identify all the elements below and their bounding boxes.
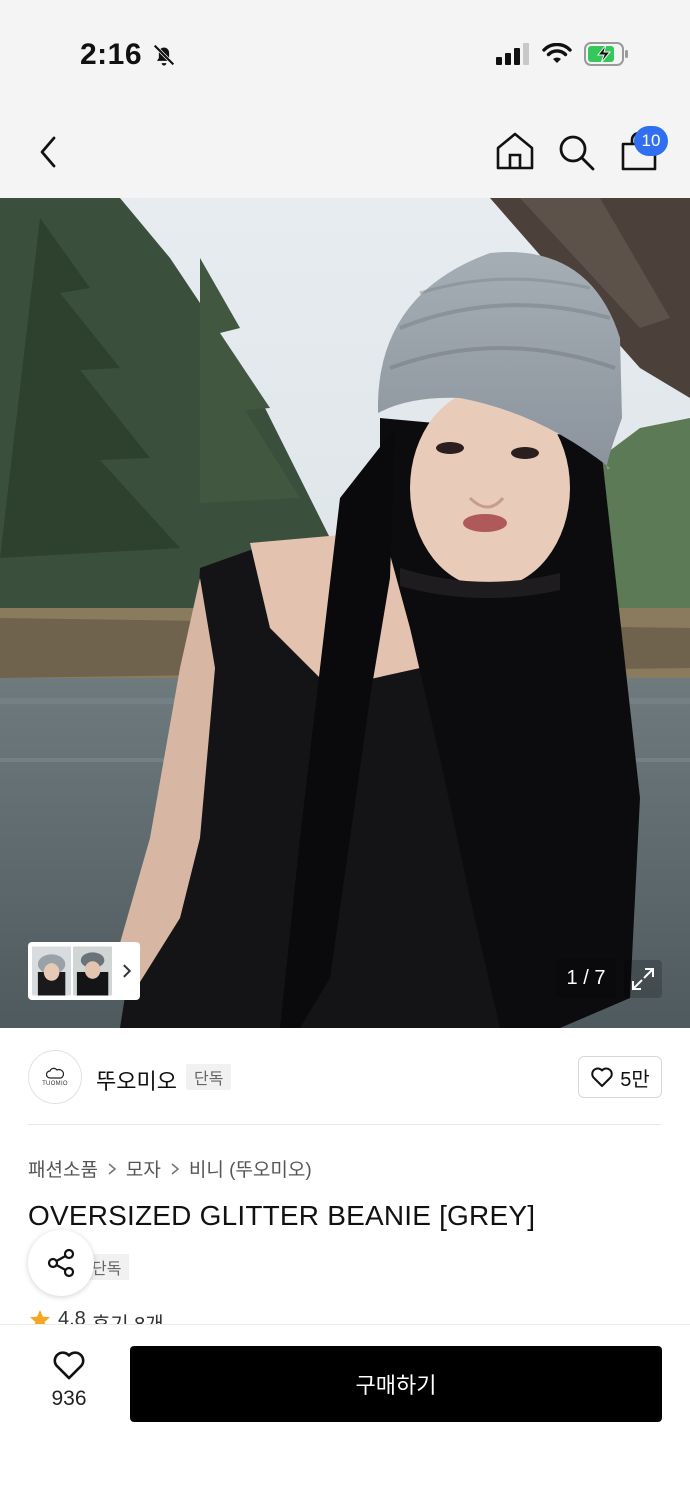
top-nav	[0, 100, 690, 198]
share-button[interactable]	[28, 1230, 94, 1296]
breadcrumb-item[interactable]: 비니 (뚜오미오)	[189, 1155, 312, 1182]
heart-icon	[591, 1067, 613, 1087]
wishlist-button[interactable]: 936	[40, 1349, 98, 1411]
status-bar: 2:16	[0, 0, 690, 100]
chevron-right-icon	[108, 1162, 117, 1175]
home-icon[interactable]	[494, 130, 536, 172]
battery-charging-icon	[584, 42, 628, 66]
brand-exclusive-tag: 단독	[186, 1064, 232, 1090]
divider	[28, 1124, 662, 1125]
search-icon[interactable]	[556, 132, 596, 172]
image-page-counter: 1 / 7	[556, 958, 616, 998]
thumbnail-strip[interactable]	[28, 942, 140, 1000]
bottom-action-bar: 936 구매하기	[0, 1324, 690, 1500]
status-icons	[496, 42, 630, 66]
product-image-gallery[interactable]: 1 / 7	[0, 198, 690, 1028]
cart-count-badge: 10	[634, 126, 668, 156]
buy-button[interactable]: 구매하기	[130, 1346, 662, 1422]
brand-logo[interactable]: TUOMIO	[28, 1050, 82, 1104]
brand-like-count: 5만	[620, 1068, 650, 1091]
heart-icon	[53, 1351, 85, 1380]
wishlist-count: 936	[51, 1387, 87, 1410]
status-time-wrap: 2:16	[80, 38, 178, 72]
wifi-icon	[542, 43, 572, 63]
brand-like-button[interactable]: 5만	[578, 1056, 662, 1098]
thumbnail-2[interactable]	[73, 946, 113, 996]
share-icon	[47, 1248, 75, 1278]
brand-row: TUOMIO 뚜오미오 단독 5만	[0, 1030, 690, 1126]
back-icon[interactable]	[30, 132, 66, 172]
brand-name[interactable]: 뚜오미오	[96, 1064, 177, 1096]
expand-button[interactable]	[624, 960, 662, 998]
breadcrumb: 패션소품 모자 비니 (뚜오미오)	[28, 1155, 312, 1182]
chevron-right-icon	[171, 1162, 180, 1175]
signal-icon	[496, 43, 529, 65]
product-title: OVERSIZED GLITTER BEANIE [GREY]	[28, 1200, 536, 1231]
breadcrumb-item[interactable]: 패션소품	[28, 1155, 98, 1182]
product-photo	[0, 198, 690, 1028]
chevron-right-icon[interactable]	[118, 962, 136, 980]
cloud-logo-icon	[46, 1067, 64, 1079]
status-time: 2:16	[80, 38, 143, 71]
brand-logo-text: TUOMIO	[42, 1081, 68, 1087]
thumbnail-1[interactable]	[32, 946, 72, 996]
expand-icon	[632, 968, 654, 990]
breadcrumb-item[interactable]: 모자	[126, 1155, 161, 1182]
bell-off-icon	[153, 44, 175, 66]
